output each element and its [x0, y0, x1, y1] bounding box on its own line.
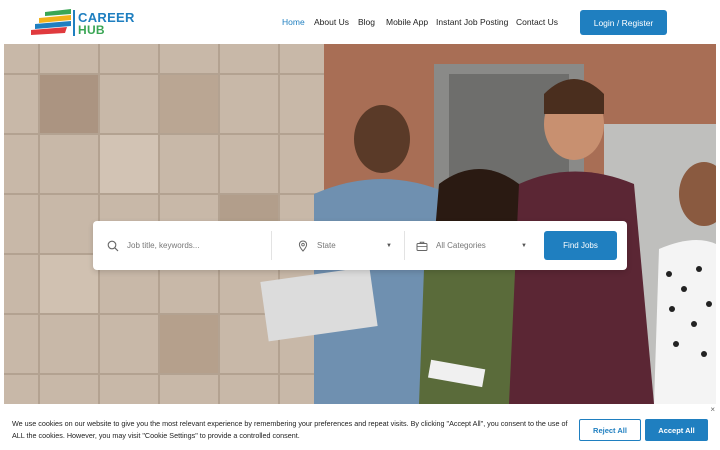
nav-mobile-app[interactable]: Mobile App — [386, 17, 428, 27]
state-caret-down-icon[interactable]: ▼ — [386, 243, 392, 249]
nav-contact-us[interactable]: Contact Us — [516, 17, 558, 27]
category-value: All Categories — [436, 241, 486, 250]
logo-text-hub: HUB — [78, 23, 105, 37]
keywords-field[interactable]: Job title, keywords... — [107, 221, 269, 270]
nav-home[interactable]: Home — [282, 17, 305, 27]
state-value: State — [317, 241, 336, 250]
nav-instant-job-posting[interactable]: Instant Job Posting — [436, 17, 508, 27]
accept-all-button[interactable]: Accept All — [645, 419, 708, 441]
logo-divider — [73, 10, 75, 36]
category-caret-down-icon[interactable]: ▼ — [521, 243, 527, 249]
search-divider — [404, 231, 405, 260]
nav-about-us[interactable]: About Us — [314, 17, 349, 27]
cookie-message: We use cookies on our website to give yo… — [12, 419, 568, 440]
job-search-bar: Job title, keywords... State ▼ All Categ… — [93, 221, 627, 270]
site-header: CAREER HUB Home About Us Blog Mobile App… — [0, 0, 720, 44]
reject-all-button[interactable]: Reject All — [579, 419, 641, 441]
search-divider — [271, 231, 272, 260]
cookie-consent-bar: × We use cookies on our website to give … — [0, 404, 720, 450]
login-register-button[interactable]: Login / Register — [580, 10, 667, 35]
logo-stripes-icon — [31, 9, 71, 35]
state-select[interactable]: State — [297, 221, 392, 270]
category-select[interactable]: All Categories — [416, 221, 531, 270]
find-jobs-button[interactable]: Find Jobs — [544, 231, 617, 260]
close-icon[interactable]: × — [710, 405, 715, 414]
location-pin-icon — [298, 239, 308, 252]
keywords-input[interactable]: Job title, keywords... — [127, 241, 199, 250]
careerhub-logo[interactable]: CAREER HUB — [31, 9, 134, 37]
nav-blog[interactable]: Blog — [358, 17, 375, 27]
search-icon — [107, 240, 119, 251]
briefcase-icon — [416, 241, 428, 251]
